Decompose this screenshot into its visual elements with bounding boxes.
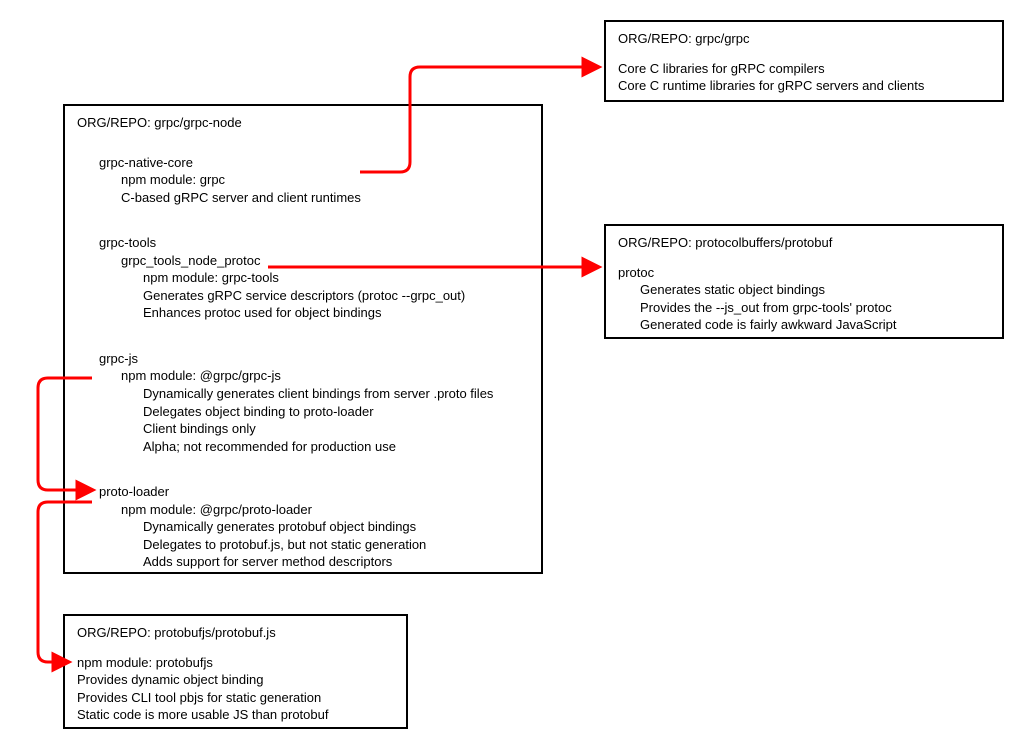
protobufjs-repo-title: ORG/REPO: protobufjs/protobuf.js — [77, 624, 394, 642]
grpc-js-desc1: Dynamically generates client bindings fr… — [143, 385, 529, 403]
box-protobufjs: ORG/REPO: protobufjs/protobuf.js npm mod… — [63, 614, 408, 729]
grpc-tools-name: grpc-tools — [99, 234, 529, 252]
protobufjs-desc1: Provides dynamic object binding — [77, 671, 394, 689]
protobuf-repo-title: ORG/REPO: protocolbuffers/protobuf — [618, 234, 990, 252]
grpc-js-name: grpc-js — [99, 350, 529, 368]
main-repo-title: ORG/REPO: grpc/grpc-node — [77, 114, 529, 132]
proto-loader-npm: npm module: @grpc/proto-loader — [121, 501, 529, 519]
grpc-js-npm: npm module: @grpc/grpc-js — [121, 367, 529, 385]
box-grpc-node: ORG/REPO: grpc/grpc-node grpc-native-cor… — [63, 104, 543, 574]
protobufjs-desc3: Static code is more usable JS than proto… — [77, 706, 394, 724]
grpc-native-core-desc1: C-based gRPC server and client runtimes — [121, 189, 529, 207]
protobufjs-npm: npm module: protobufjs — [77, 654, 394, 672]
grpc-repo-title: ORG/REPO: grpc/grpc — [618, 30, 990, 48]
box-grpc-grpc: ORG/REPO: grpc/grpc Core C libraries for… — [604, 20, 1004, 102]
proto-loader-desc2: Delegates to protobuf.js, but not static… — [143, 536, 529, 554]
box-protobuf: ORG/REPO: protocolbuffers/protobuf proto… — [604, 224, 1004, 339]
protobuf-desc1: Generates static object bindings — [640, 281, 990, 299]
grpc-js-desc4: Alpha; not recommended for production us… — [143, 438, 529, 456]
protobuf-desc2: Provides the --js_out from grpc-tools' p… — [640, 299, 990, 317]
grpc-repo-desc2: Core C runtime libraries for gRPC server… — [618, 77, 990, 95]
protobuf-sub: protoc — [618, 264, 990, 282]
proto-loader-desc1: Dynamically generates protobuf object bi… — [143, 518, 529, 536]
section-grpc-native-core: grpc-native-core npm module: grpc C-base… — [77, 154, 529, 207]
section-grpc-js: grpc-js npm module: @grpc/grpc-js Dynami… — [77, 350, 529, 455]
grpc-native-core-name: grpc-native-core — [99, 154, 529, 172]
proto-loader-name: proto-loader — [99, 483, 529, 501]
grpc-tools-npm: npm module: grpc-tools — [143, 269, 529, 287]
protobuf-desc3: Generated code is fairly awkward JavaScr… — [640, 316, 990, 334]
grpc-repo-desc1: Core C libraries for gRPC compilers — [618, 60, 990, 78]
grpc-js-desc2: Delegates object binding to proto-loader — [143, 403, 529, 421]
grpc-native-core-npm: npm module: grpc — [121, 171, 529, 189]
grpc-tools-desc1: Generates gRPC service descriptors (prot… — [143, 287, 529, 305]
grpc-tools-sub: grpc_tools_node_protoc — [121, 252, 529, 270]
proto-loader-desc3: Adds support for server method descripto… — [143, 553, 529, 571]
grpc-tools-desc2: Enhances protoc used for object bindings — [143, 304, 529, 322]
section-grpc-tools: grpc-tools grpc_tools_node_protoc npm mo… — [77, 234, 529, 322]
section-proto-loader: proto-loader npm module: @grpc/proto-loa… — [77, 483, 529, 571]
protobufjs-desc2: Provides CLI tool pbjs for static genera… — [77, 689, 394, 707]
grpc-js-desc3: Client bindings only — [143, 420, 529, 438]
